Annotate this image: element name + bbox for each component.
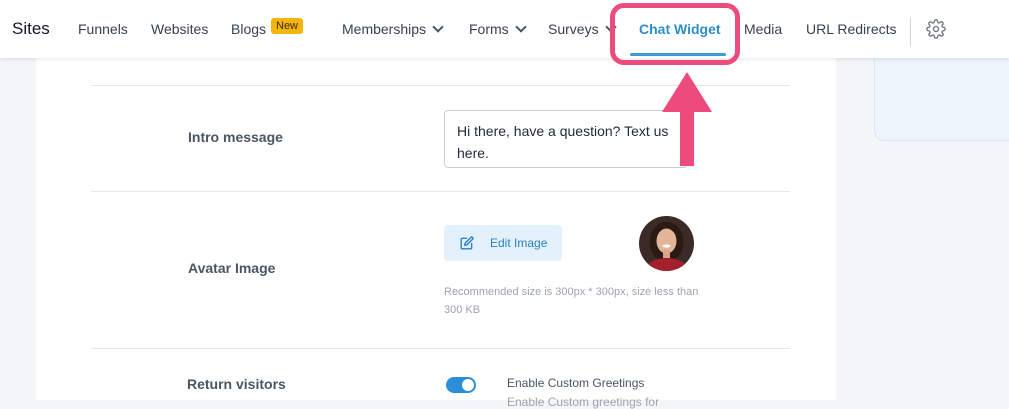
avatar [639, 216, 694, 271]
top-nav: Sites Funnels Websites Blogs New Members… [0, 0, 1009, 58]
settings-button[interactable] [926, 0, 946, 58]
nav-divider [910, 18, 911, 46]
return-visitors-label: Return visitors [187, 376, 286, 392]
custom-greetings-description: Enable Custom greetings for [507, 395, 660, 409]
tab-blogs[interactable]: Blogs [231, 0, 266, 58]
tab-forms[interactable]: Forms [469, 0, 527, 58]
tab-memberships-label: Memberships [342, 21, 427, 37]
tab-surveys-label: Surveys [548, 21, 599, 37]
avatar-image-label: Avatar Image [188, 260, 276, 276]
custom-greetings-label: Enable Custom Greetings [507, 376, 645, 390]
tab-media[interactable]: Media [744, 0, 782, 58]
section-divider [91, 348, 790, 349]
chevron-down-icon [515, 21, 527, 33]
tab-websites[interactable]: Websites [151, 0, 208, 58]
toggle-knob [462, 379, 474, 391]
page-title: Sites [12, 19, 50, 38]
tab-forms-label: Forms [469, 21, 509, 37]
preview-panel [874, 58, 1009, 141]
avatar-size-hint: Recommended size is 300px * 300px, size … [444, 286, 699, 316]
tab-funnels[interactable]: Funnels [78, 0, 128, 58]
gear-icon [926, 19, 946, 39]
up-arrow-icon [662, 72, 712, 166]
tab-url-redirects[interactable]: URL Redirects [806, 0, 897, 58]
tab-surveys[interactable]: Surveys [548, 0, 617, 58]
custom-greetings-toggle[interactable] [446, 377, 476, 393]
edit-image-label: Edit Image [490, 236, 548, 250]
edit-icon [460, 236, 474, 250]
left-gutter [0, 58, 36, 400]
edit-image-button[interactable]: Edit Image [444, 225, 562, 261]
tab-memberships[interactable]: Memberships [342, 0, 444, 58]
section-divider [91, 191, 790, 192]
intro-message-input[interactable]: Hi there, have a question? Text us here. [444, 110, 688, 168]
intro-message-label: Intro message [188, 129, 283, 145]
highlight-box [610, 3, 740, 65]
new-badge: New [271, 18, 304, 34]
chevron-down-icon [432, 21, 444, 33]
